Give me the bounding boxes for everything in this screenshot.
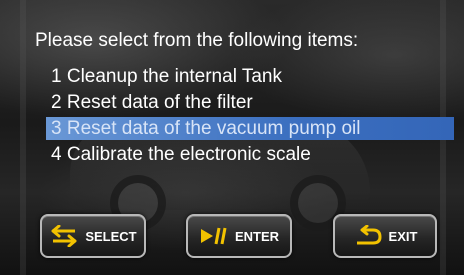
screen: Please select from the following items: … [0, 0, 464, 275]
enter-button[interactable]: ENTER [186, 214, 292, 258]
background-pillar [20, 0, 26, 275]
return-arrow-icon [353, 225, 383, 247]
enter-button-label: ENTER [234, 228, 280, 244]
menu-item-cleanup-tank[interactable]: 1 Cleanup the internal Tank [46, 65, 456, 88]
select-button-label: SELECT [85, 228, 137, 244]
menu-list: 1 Cleanup the internal Tank 2 Reset data… [46, 65, 456, 169]
menu-item-calibrate-scale[interactable]: 4 Calibrate the electronic scale [46, 143, 456, 166]
swap-arrows-icon [49, 225, 79, 247]
menu-item-reset-vacuum-pump-oil[interactable]: 3 Reset data of the vacuum pump oil [46, 117, 454, 140]
prompt-text: Please select from the following items: [35, 30, 359, 51]
play-pause-icon [199, 226, 229, 246]
exit-button-label: EXIT [388, 228, 418, 244]
select-button[interactable]: SELECT [40, 214, 146, 258]
menu-item-reset-filter[interactable]: 2 Reset data of the filter [46, 91, 456, 114]
exit-button[interactable]: EXIT [333, 214, 437, 258]
